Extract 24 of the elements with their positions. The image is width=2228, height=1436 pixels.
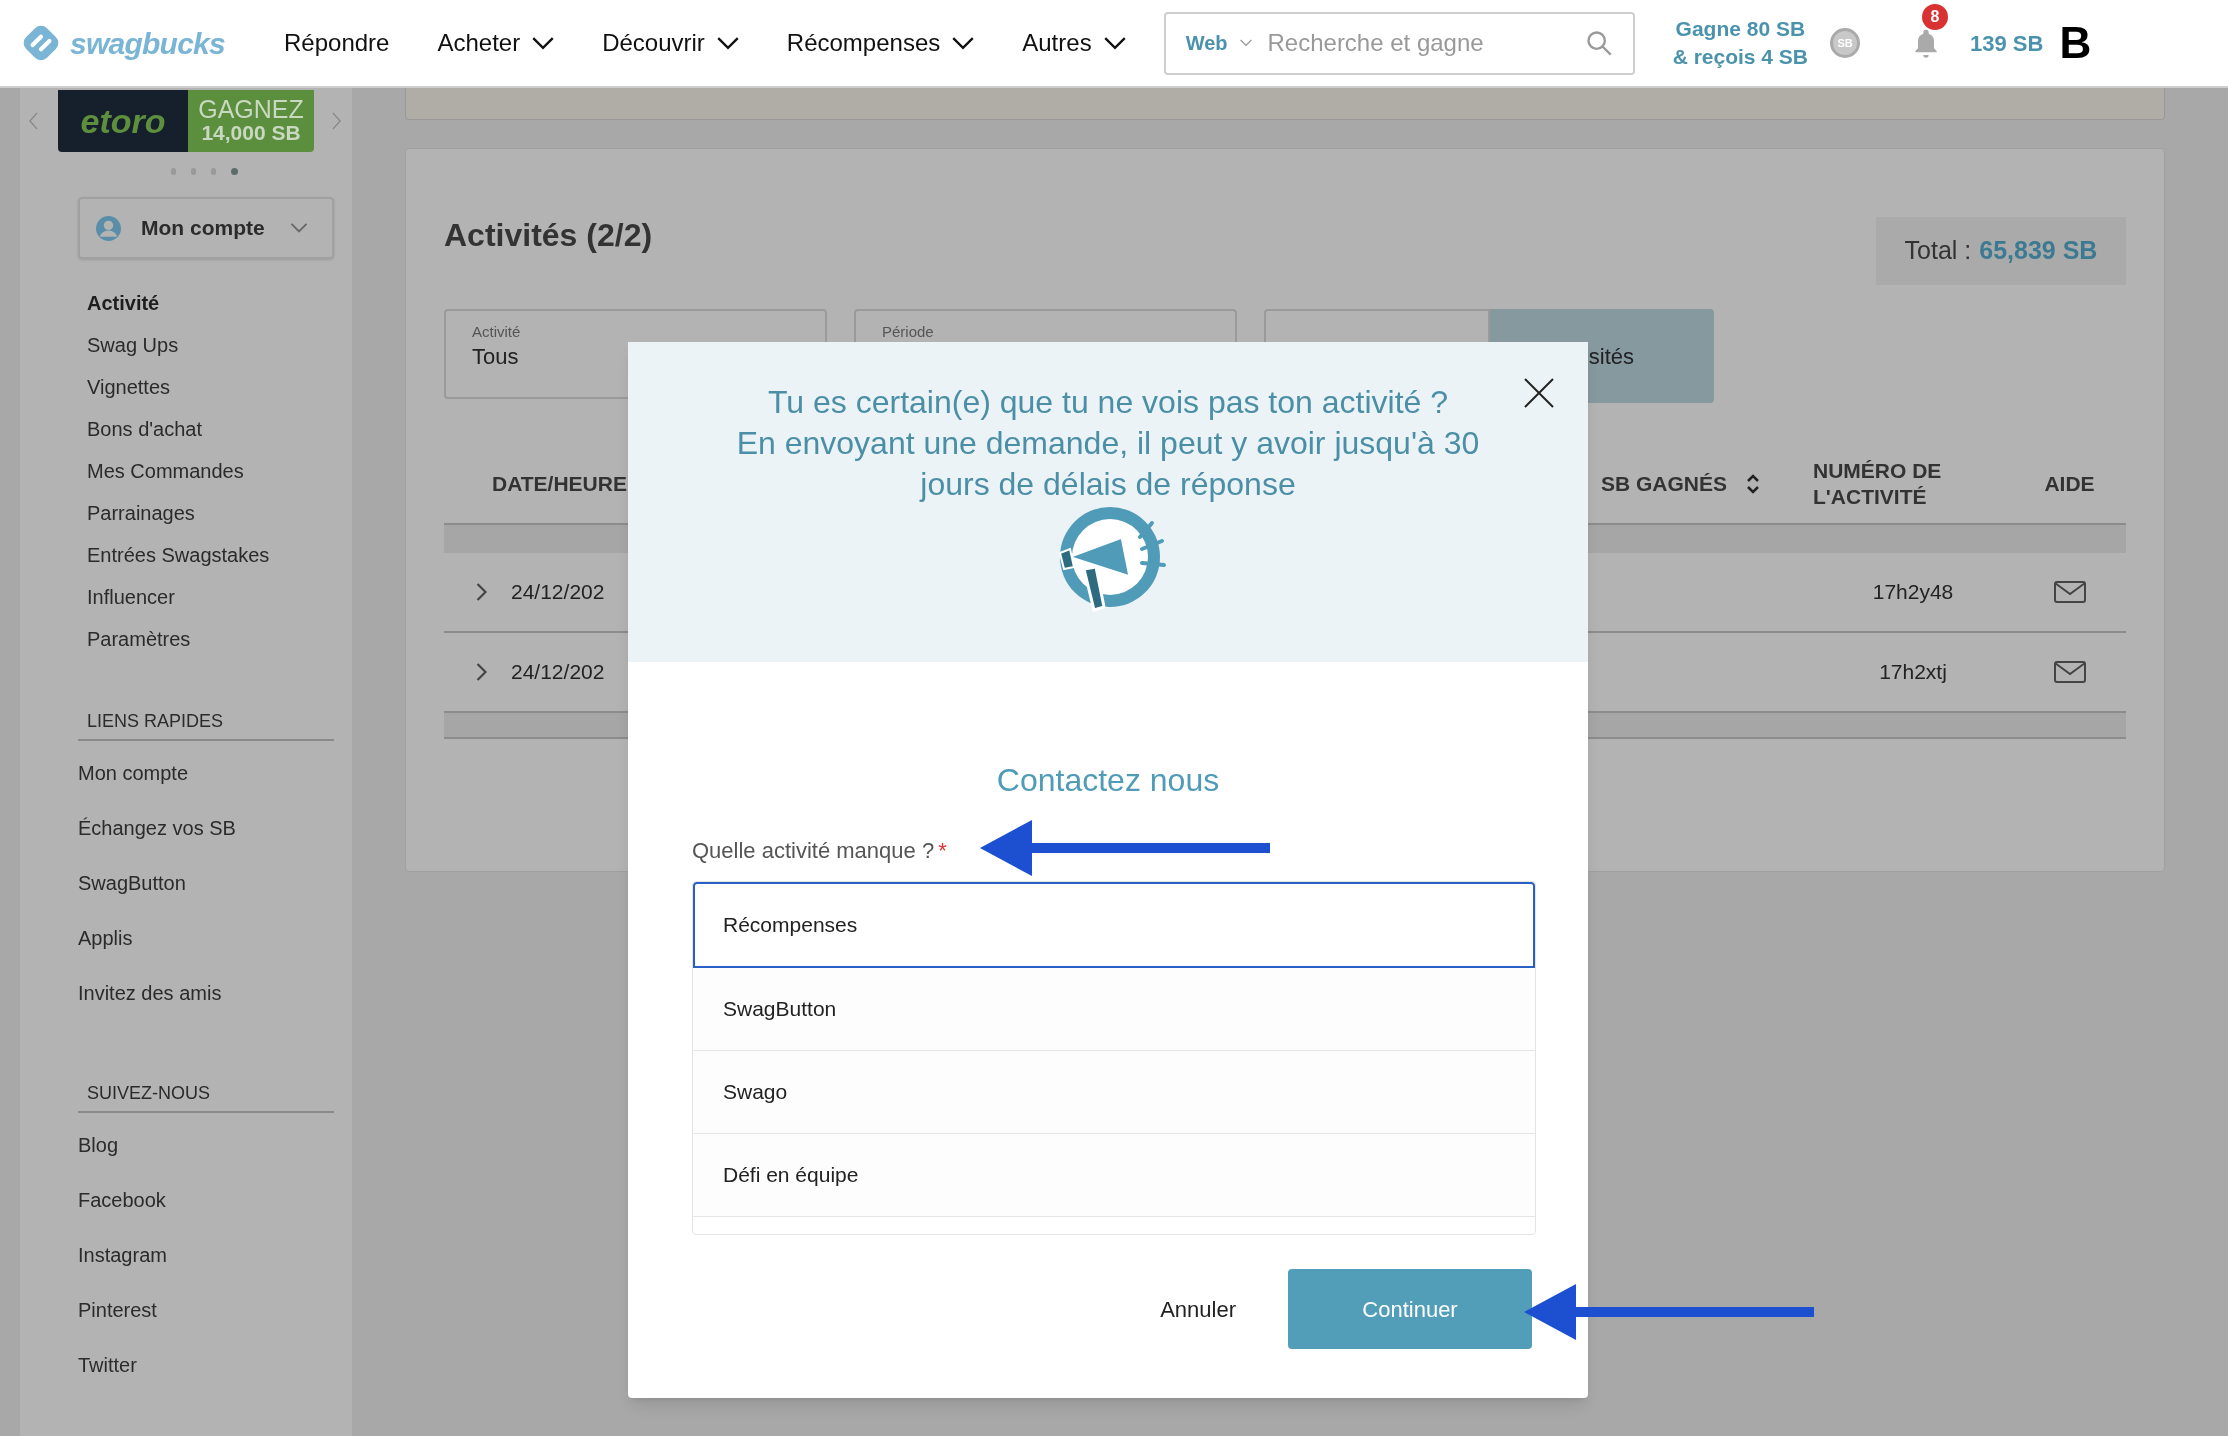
banner-amount: 14,000 SB — [201, 121, 301, 145]
filter-value: Tous — [472, 343, 520, 371]
section-heading: SUIVEZ-NOUS — [87, 1083, 210, 1103]
page-title: Activités (2/2) — [444, 216, 653, 255]
dialog-heading: Contactez nous — [995, 761, 1221, 800]
table-cell-text: 17h2xtj — [1878, 659, 1948, 686]
filter-label: Activité — [472, 323, 522, 340]
filter-label: Période — [882, 323, 935, 340]
banner-brand: etoro — [80, 100, 166, 142]
dialog-message: Tu es certain(e) que tu ne vois pas ton activité ? En envoyant une demande, il peut y avoir jusqu'à 30 jours de délais de réponse — [736, 383, 1480, 504]
table-cell-text: 24/12/202 — [511, 659, 605, 686]
notification-badge: 8 — [1922, 4, 1949, 30]
logo-wordmark: swagbucks — [70, 25, 225, 62]
required-mark: * — [938, 837, 947, 865]
section-heading: LIENS RAPIDES — [87, 711, 224, 731]
table-cell-text: 24/12/202 — [511, 579, 605, 606]
column-header: DATE/HEURE — [492, 471, 627, 497]
total-value: 65,839 SB — [1979, 235, 2098, 267]
banner-headline: GAGNEZ — [198, 97, 304, 121]
table-cell-text: 17h2y48 — [1871, 579, 1955, 606]
total-label: Total : — [1904, 235, 1972, 267]
column-header: NUMÉRO DE L'ACTIVITÉ — [1813, 458, 1943, 510]
column-header: AIDE — [2044, 471, 2095, 497]
field-label: Quelle activité manque ? — [692, 837, 935, 865]
